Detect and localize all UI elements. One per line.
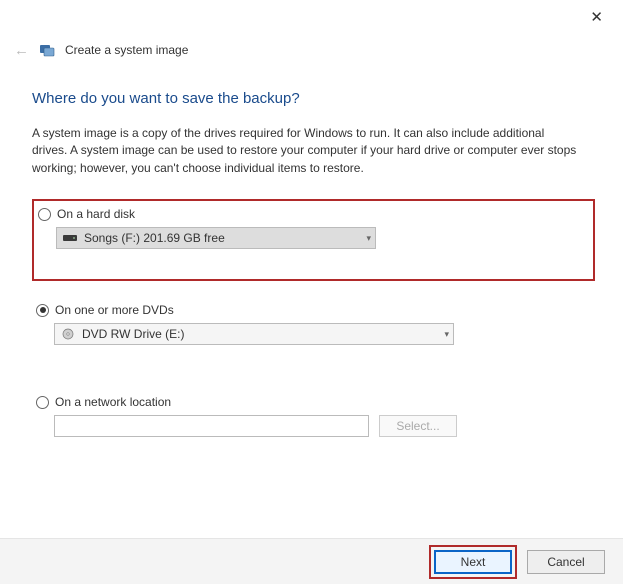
network-path-row: Select... <box>54 415 591 437</box>
hard-disk-label: On a hard disk <box>57 207 135 221</box>
footer: Next Cancel <box>0 538 623 584</box>
radio-unchecked-icon <box>38 208 51 221</box>
dvd-dropdown[interactable]: DVD RW Drive (E:) ▾ <box>54 323 454 345</box>
system-image-icon <box>39 42 55 58</box>
dvd-selected-value: DVD RW Drive (E:) <box>82 327 184 341</box>
dvd-label: On one or more DVDs <box>55 303 174 317</box>
radio-unchecked-icon <box>36 396 49 409</box>
page-description: A system image is a copy of the drives r… <box>32 125 580 177</box>
window-title: Create a system image <box>65 43 188 57</box>
hard-disk-radio[interactable]: On a hard disk <box>38 207 589 221</box>
dvd-radio[interactable]: On one or more DVDs <box>36 303 591 317</box>
radio-checked-icon <box>36 304 49 317</box>
next-button[interactable]: Next <box>434 550 512 574</box>
select-button: Select... <box>379 415 457 437</box>
cancel-button[interactable]: Cancel <box>527 550 605 574</box>
network-label: On a network location <box>55 395 171 409</box>
header: ← Create a system image <box>0 38 623 62</box>
dvd-icon <box>61 328 75 340</box>
chevron-down-icon: ▾ <box>444 329 449 340</box>
dvd-option: On one or more DVDs DVD RW Drive (E:) ▾ <box>32 297 595 359</box>
titlebar: ✕ <box>0 0 623 38</box>
close-icon[interactable]: ✕ <box>584 6 609 28</box>
hard-disk-icon <box>63 232 77 244</box>
hard-disk-selected-value: Songs (F:) 201.69 GB free <box>84 231 225 245</box>
chevron-down-icon: ▾ <box>366 233 371 244</box>
content-area: Where do you want to save the backup? A … <box>0 62 623 451</box>
page-heading: Where do you want to save the backup? <box>32 90 595 107</box>
network-path-input[interactable] <box>54 415 369 437</box>
network-option: On a network location Select... <box>32 389 595 451</box>
hard-disk-option-highlight: On a hard disk Songs (F:) 201.69 GB free… <box>32 199 595 281</box>
hard-disk-dropdown[interactable]: Songs (F:) 201.69 GB free ▾ <box>56 227 376 249</box>
network-radio[interactable]: On a network location <box>36 395 591 409</box>
back-arrow-icon: ← <box>14 42 29 59</box>
next-button-highlight: Next <box>429 545 517 579</box>
